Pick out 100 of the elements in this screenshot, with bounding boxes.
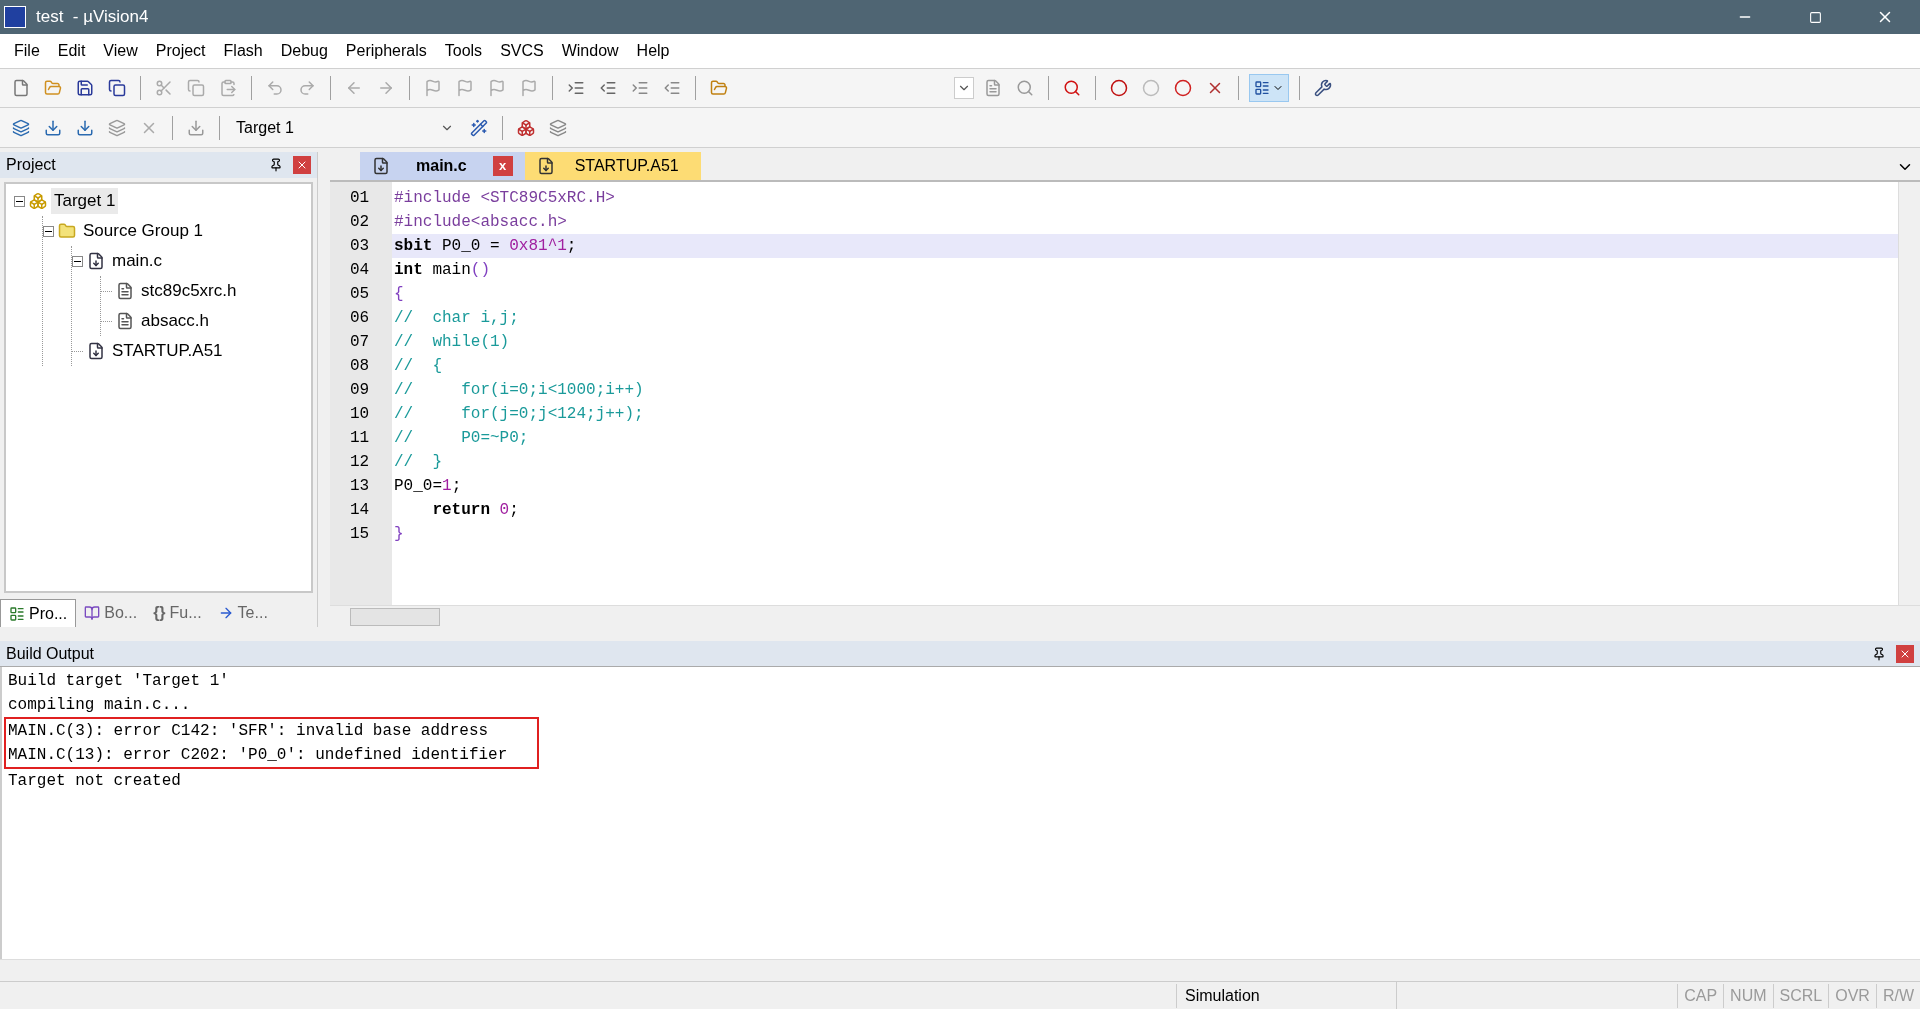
- window-layout-button[interactable]: [1249, 74, 1289, 102]
- save-all-icon[interactable]: [108, 79, 126, 97]
- tree-item[interactable]: stc89c5xrc.h: [138, 278, 240, 304]
- indent-icon[interactable]: [567, 79, 585, 97]
- menu-item[interactable]: Flash: [215, 39, 271, 63]
- window-title: test - µVision4: [36, 6, 149, 29]
- dropdown-toggle[interactable]: [954, 77, 974, 99]
- output-line: Build target 'Target 1': [8, 671, 230, 692]
- line-number: 06: [349, 308, 371, 329]
- line-number: 13: [349, 476, 371, 497]
- status-text: Simulation: [1176, 983, 1396, 1008]
- forward-icon[interactable]: [377, 79, 395, 97]
- code-line: // char i,j;: [393, 308, 520, 329]
- tree-item[interactable]: main.c: [109, 248, 166, 274]
- pin-icon[interactable]: [269, 158, 283, 172]
- menu-item[interactable]: Debug: [272, 39, 336, 63]
- undo-icon[interactable]: [266, 79, 284, 97]
- code-line: // {: [393, 356, 443, 377]
- flag-icon[interactable]: [488, 79, 506, 97]
- flag-icon[interactable]: [520, 79, 538, 97]
- line-number: 14: [349, 500, 371, 521]
- cut-icon[interactable]: [155, 79, 173, 97]
- batch-build-icon[interactable]: [108, 118, 126, 137]
- tree-item[interactable]: absacc.h: [138, 308, 213, 334]
- code-line: #include<absacc.h>: [393, 212, 568, 233]
- menu-item[interactable]: Window: [553, 39, 627, 63]
- code-line: // for(j=0;j<124;j++);: [393, 404, 645, 425]
- line-number: 05: [349, 284, 371, 305]
- output-line: MAIN.C(13): error C202: 'P0_0': undefined identifier: [8, 745, 508, 766]
- paste-icon[interactable]: [219, 79, 237, 97]
- editor-tab[interactable]: STARTUP.A51: [524, 152, 701, 180]
- menu-item[interactable]: Tools: [436, 39, 491, 63]
- restore-icon[interactable]: [1808, 10, 1822, 24]
- comment-icon[interactable]: [631, 79, 649, 97]
- document-icon[interactable]: [984, 79, 1002, 97]
- flag-icon[interactable]: [424, 79, 442, 97]
- vertical-scrollbar[interactable]: [1898, 182, 1920, 605]
- uncomment-icon[interactable]: [663, 79, 681, 97]
- load-icon[interactable]: [187, 118, 205, 137]
- menu-item[interactable]: Edit: [49, 39, 94, 63]
- flag-icon[interactable]: [456, 79, 474, 97]
- status-indicator: CAP: [1677, 983, 1724, 1008]
- menu-item[interactable]: Project: [147, 39, 214, 63]
- source-file-icon: [87, 252, 105, 270]
- output-line: compiling main.c...: [8, 695, 192, 716]
- collapse-toggle[interactable]: [72, 255, 83, 267]
- breakpoint-icon[interactable]: [1110, 79, 1128, 97]
- menu-item[interactable]: View: [95, 39, 146, 63]
- outdent-icon[interactable]: [599, 79, 617, 97]
- menu-item[interactable]: Help: [628, 39, 678, 63]
- translate-icon[interactable]: [12, 118, 30, 137]
- tree-item[interactable]: Target 1: [51, 188, 119, 214]
- editor-tab[interactable]: main.c x: [360, 152, 525, 180]
- line-number: 02: [349, 212, 371, 233]
- line-number: 01: [349, 188, 371, 209]
- layers-icon[interactable]: [549, 118, 567, 137]
- menu-item[interactable]: Peripherals: [337, 39, 435, 63]
- binoculars-icon[interactable]: [1016, 79, 1034, 97]
- line-number: 11: [349, 428, 371, 449]
- menu-item[interactable]: SVCS: [492, 39, 552, 63]
- braces-glyph: {}: [153, 603, 166, 623]
- panel-tab[interactable]: {} Fu...: [145, 599, 210, 627]
- collapse-toggle[interactable]: [14, 195, 25, 207]
- status-indicator: SCRL: [1772, 983, 1829, 1008]
- code-line: // while(1): [393, 332, 511, 353]
- wrench-icon[interactable]: [1314, 79, 1332, 97]
- file-icon: [536, 157, 555, 175]
- panel-tab[interactable]: Pro...: [0, 599, 77, 627]
- debug-search-icon[interactable]: [1063, 79, 1081, 97]
- code-line: P0_0=1;: [393, 476, 463, 497]
- menu-item[interactable]: File: [6, 39, 48, 63]
- code-line: // for(i=0;i<1000;i++): [393, 380, 645, 401]
- collapse-toggle[interactable]: [43, 225, 54, 237]
- new-file-icon[interactable]: [12, 79, 30, 97]
- magic-wand-icon[interactable]: [470, 118, 488, 137]
- close-button[interactable]: [293, 156, 311, 174]
- target-dropdown[interactable]: Target 1: [230, 114, 460, 141]
- rebuild-icon[interactable]: [76, 118, 94, 137]
- panel-tab[interactable]: Te...: [209, 599, 276, 627]
- tree-item[interactable]: Source Group 1: [80, 218, 206, 244]
- components-icon[interactable]: [517, 118, 535, 137]
- tree-item[interactable]: STARTUP.A51: [109, 338, 226, 364]
- project-icon: [9, 605, 25, 622]
- output-line: Target not created: [8, 771, 182, 792]
- build-icon[interactable]: [44, 118, 62, 137]
- line-number: 08: [349, 356, 371, 377]
- line-number: 07: [349, 332, 371, 353]
- panel-tab[interactable]: Bo...: [76, 599, 146, 627]
- close-button[interactable]: [1896, 644, 1914, 663]
- find-in-files-icon[interactable]: [710, 79, 728, 97]
- save-icon[interactable]: [76, 79, 94, 97]
- copy-icon[interactable]: [187, 79, 205, 97]
- close-icon: [296, 159, 308, 171]
- pin-icon[interactable]: [1872, 646, 1886, 661]
- code-editor[interactable]: #include <STC89C5xRC.H> #include<absacc.h> sbit P0_0 = 0x81^1; int main() { // char i,j; // while(1) // { // for(i=0;i<1000;i++) // for(j=0;j<124;j++); // P0=~P0; // } P0_0=1; return 0; }: [392, 182, 1898, 605]
- tab-close-button[interactable]: x: [492, 156, 513, 176]
- redo-icon[interactable]: [298, 79, 316, 97]
- window-layout-icon: [1254, 80, 1270, 96]
- back-icon[interactable]: [345, 79, 363, 97]
- open-folder-icon[interactable]: [44, 79, 62, 97]
